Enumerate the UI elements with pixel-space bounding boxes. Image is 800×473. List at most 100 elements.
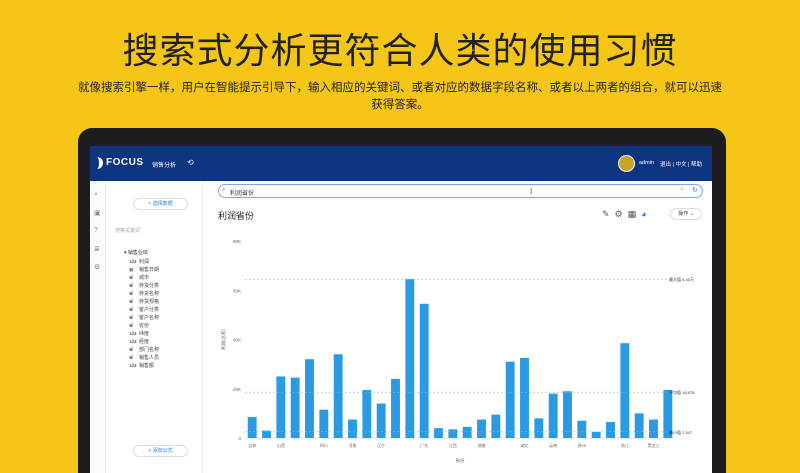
x-axis-label: 省份 xyxy=(456,457,465,464)
top-navbar: FOCUS 销售分析 ⟲ admin 退出 | 中文 | 帮助 xyxy=(90,146,712,181)
chart-bar xyxy=(319,409,329,438)
x-tick-label: 河南 xyxy=(349,442,357,448)
add-formula-button[interactable]: + 添加公式 xyxy=(133,445,188,457)
chart-bar xyxy=(419,303,429,438)
reference-line-label: 最大值 6.45万 xyxy=(669,276,694,282)
chart-bar xyxy=(276,376,286,438)
chart-bar xyxy=(591,431,601,438)
operations-button[interactable]: 操作 ⌄ xyxy=(670,208,702,220)
settings-icon[interactable]: ⚙ xyxy=(94,263,100,271)
chart-bar xyxy=(649,419,658,438)
x-tick-label: 江西 xyxy=(449,442,457,448)
y-tick-label: 80K xyxy=(233,239,241,244)
field-search-input[interactable]: 搜索关键词 xyxy=(115,227,140,234)
history-icon[interactable]: ⟲ xyxy=(187,158,194,167)
x-tick-label: 湖北 xyxy=(521,442,529,448)
help-icon[interactable]: ? xyxy=(94,227,98,234)
chart-bar xyxy=(305,359,314,438)
x-tick-label: 贵州 xyxy=(578,442,586,448)
x-tick-label: 云南 xyxy=(549,442,557,448)
bar-chart: 0 20K 40K 60K 80K 利润(总和) 省份 吉林 山西 四川 河南 辽宁 广东 江西 湖南 湖北 云… xyxy=(220,239,695,464)
x-tick-label: 辽宁 xyxy=(377,442,385,448)
pin-icon[interactable]: ✎ xyxy=(602,209,610,219)
subtitle-line-1: 就像搜索引擎一样，用户在智能提示引导下，输入相应的关键词、或者对应的数据字段名称… xyxy=(78,80,722,94)
chart-bar xyxy=(348,419,357,438)
search-icon: ⌕ xyxy=(222,187,226,193)
subtitle-line-2: 获得答案。 xyxy=(371,97,429,111)
chart-bar xyxy=(391,378,400,438)
data-sidebar: < 选择数据 搜索关键词 ▾ 销售业绩 123 利润 ▦ 销售日期 ∉ 城市 ∉ 存货分… xyxy=(107,181,203,473)
field-item[interactable]: ∉ 城市 xyxy=(129,274,149,281)
search-bar[interactable]: ⌕ 利润省份 × ↻ xyxy=(218,184,703,198)
chart-bar xyxy=(620,343,630,438)
y-tick-label: 0 xyxy=(238,436,241,441)
x-tick-label: 黑龙江 xyxy=(648,442,660,448)
app-screen: FOCUS 销售分析 ⟲ admin 退出 | 中文 | 帮助 ⌕ ▣ ? ≣ … xyxy=(90,146,712,473)
x-tick-label: 山西 xyxy=(277,442,285,448)
select-data-button[interactable]: < 选择数据 xyxy=(133,198,188,210)
chart-bar xyxy=(548,393,558,438)
field-item[interactable]: ∉ 客户分类 xyxy=(129,306,159,313)
chart-type-icon[interactable]: ◕ xyxy=(641,209,646,219)
nav-item-sales-analysis[interactable]: 销售分析 xyxy=(152,160,176,169)
chart-bar xyxy=(505,361,515,438)
field-item[interactable]: 123 经度 xyxy=(129,338,149,345)
settings-icon[interactable]: ⚙ xyxy=(615,209,623,219)
chart-bar xyxy=(577,420,587,438)
reference-line-label: 最小值 2,547 xyxy=(669,429,693,435)
chart-bar xyxy=(448,429,458,438)
chart-toolbar: ✎ ⚙ ▦ ◕ xyxy=(602,209,652,220)
x-tick-label: 湖南 xyxy=(478,442,486,448)
field-item[interactable]: ∉ 部门名称 xyxy=(129,346,159,353)
panel-title: 利润省份 xyxy=(218,212,255,222)
chart-bar xyxy=(462,426,472,438)
field-item[interactable]: 123 销售额 xyxy=(129,362,154,369)
chart-bar xyxy=(333,354,343,438)
chart-bar xyxy=(534,418,544,438)
y-axis-label: 利润(总和) xyxy=(220,329,227,350)
chart-bar xyxy=(491,414,501,438)
chart-bar xyxy=(477,419,486,438)
y-tick-label: 60K xyxy=(233,288,241,293)
x-tick-label: 四川 xyxy=(320,443,328,448)
chart-bar xyxy=(606,421,615,438)
text-cursor-icon: I xyxy=(530,187,533,196)
clear-icon[interactable]: × xyxy=(680,187,684,193)
chart-bar xyxy=(362,389,372,438)
field-item[interactable]: 123 利润 xyxy=(129,258,149,265)
headline: 搜索式分析更符合人类的使用习惯 xyxy=(122,31,678,72)
field-item[interactable]: ∉ 省份 xyxy=(129,322,149,329)
chart-bar xyxy=(376,403,386,438)
field-item[interactable]: ∉ 存货名称 xyxy=(129,290,159,297)
reference-line-label: 平均值 18,678 xyxy=(669,389,695,395)
dashboard-icon[interactable]: ▣ xyxy=(94,209,101,217)
username[interactable]: admin xyxy=(639,160,654,166)
focus-logo-icon xyxy=(96,157,103,169)
data-icon[interactable]: ≣ xyxy=(94,245,100,253)
chart-bar xyxy=(405,279,415,438)
chart-bar xyxy=(563,391,572,438)
y-tick-label: 20K xyxy=(233,387,241,392)
chart-bar xyxy=(247,417,257,438)
chart-bar xyxy=(634,413,644,438)
x-tick-label: 吉林 xyxy=(248,442,256,448)
field-item[interactable]: ∉ 存货分类 xyxy=(129,282,159,289)
search-icon[interactable]: ⌕ xyxy=(94,191,98,199)
avatar[interactable] xyxy=(618,155,635,172)
y-tick-label: 40K xyxy=(233,338,241,343)
refresh-icon[interactable]: ↻ xyxy=(692,186,698,194)
top-links[interactable]: 退出 | 中文 | 帮助 xyxy=(660,160,702,168)
table-icon[interactable]: ▦ xyxy=(628,209,637,219)
x-tick-label: 浙江 xyxy=(621,442,629,448)
chart-bar xyxy=(434,428,443,438)
search-query[interactable]: 利润省份 xyxy=(230,188,254,197)
table-root-item[interactable]: ▾ 销售业绩 xyxy=(124,249,148,256)
field-item[interactable]: ∉ 销售人员 xyxy=(129,354,159,361)
chart-bar xyxy=(520,357,529,438)
icon-rail: ⌕ ▣ ? ≣ ⚙ xyxy=(90,181,106,473)
field-item[interactable]: ▦ 销售日期 xyxy=(129,266,159,273)
chart-bar xyxy=(290,377,300,438)
field-item[interactable]: ∉ 存货规格 xyxy=(129,298,159,305)
field-item[interactable]: ∉ 客户名称 xyxy=(129,314,159,321)
field-item[interactable]: 123 纬度 xyxy=(129,330,149,337)
